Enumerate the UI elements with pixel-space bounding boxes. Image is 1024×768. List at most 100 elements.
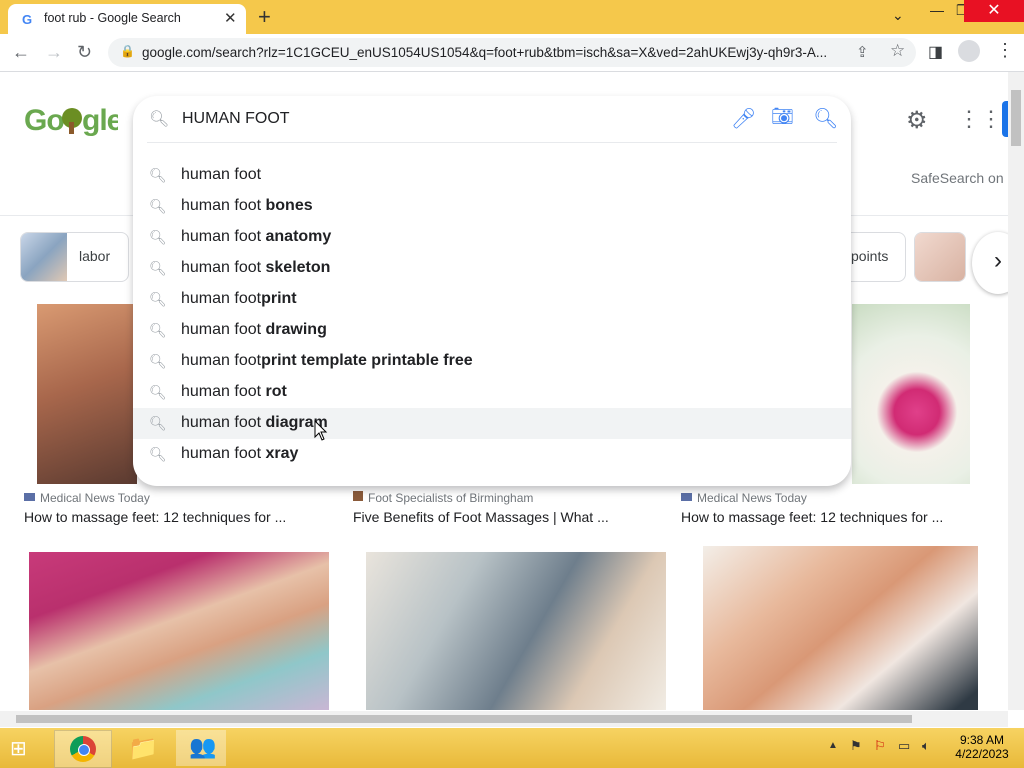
- suggestion-text: human foot xray: [181, 445, 299, 462]
- tray-network-icon[interactable]: ⚑: [850, 738, 862, 754]
- suggestion-text: human foot anatomy: [181, 228, 332, 245]
- reload-icon[interactable]: ↻: [77, 42, 92, 63]
- mouse-cursor-icon: [314, 420, 328, 441]
- horizontal-scroll-thumb[interactable]: [16, 715, 912, 723]
- panel-divider: [147, 142, 837, 143]
- suggestion-text: human footprint template printable free: [181, 352, 473, 369]
- tray-volume-icon[interactable]: 🔈︎: [922, 738, 930, 754]
- chip-thumbnail: [21, 233, 67, 281]
- suggestion-item[interactable]: 🔍︎ human foot bones: [133, 191, 851, 222]
- source-name: Medical News Today: [40, 491, 150, 505]
- search-autocomplete-panel: 🔍︎ 🎤︎ 📷︎ 🔍︎ 🔍︎ human foot 🔍︎ human foot bo…: [133, 96, 851, 486]
- chrome-icon: [70, 736, 96, 762]
- omnibox[interactable]: 🔒 google.com/search?rlz=1C1GCEU_enUS1054…: [108, 38, 916, 67]
- clock-date: 4/22/2023: [955, 747, 1009, 761]
- result-image-5[interactable]: [366, 552, 666, 710]
- clinic-favicon-icon: [353, 491, 363, 501]
- bookmark-star-icon[interactable]: ☆: [890, 41, 905, 61]
- taskbar-app-button[interactable]: 👥: [176, 730, 226, 766]
- suggestion-item[interactable]: 🔍︎ human foot skeleton: [133, 253, 851, 284]
- search-by-image-camera-icon[interactable]: 📷︎: [771, 106, 794, 127]
- suggestion-text: human footprint: [181, 290, 297, 307]
- google-logo[interactable]: Go gle: [24, 102, 124, 148]
- taskbar-chrome-button[interactable]: [54, 730, 112, 768]
- window-close-button[interactable]: ✕: [964, 0, 1024, 22]
- address-toolbar: ← → ↻ 🔒 google.com/search?rlz=1C1GCEU_en…: [0, 34, 1024, 72]
- search-icon: 🔍︎: [149, 446, 167, 462]
- close-tab-icon[interactable]: ✕: [224, 9, 237, 27]
- tray-flag-icon[interactable]: ⚐: [874, 738, 886, 754]
- source-name: Foot Specialists of Birmingham: [368, 491, 534, 505]
- suggestion-text: human foot drawing: [181, 321, 327, 338]
- suggestion-text: human foot bones: [181, 197, 313, 214]
- vertical-scrollbar[interactable]: [1008, 72, 1024, 710]
- search-submit-icon[interactable]: 🔍︎: [813, 106, 838, 131]
- new-tab-button[interactable]: +: [258, 4, 271, 30]
- suggestion-item[interactable]: 🔍︎ human footprint: [133, 284, 851, 315]
- search-icon: 🔍︎: [149, 111, 170, 128]
- svg-text:Go: Go: [24, 104, 64, 137]
- result-title-1[interactable]: How to massage feet: 12 techniques for .…: [24, 509, 286, 525]
- file-explorer-icon[interactable]: 📁: [128, 734, 158, 763]
- search-icon: 🔍︎: [149, 167, 167, 183]
- minimize-button[interactable]: —: [930, 2, 944, 18]
- google-favicon-icon: G: [22, 12, 33, 27]
- result-source-3[interactable]: Medical News Today: [681, 491, 807, 505]
- chrome-menu-icon[interactable]: ⋮: [996, 40, 1014, 61]
- users-app-icon: 👥: [189, 734, 217, 759]
- svg-text:gle: gle: [82, 104, 118, 137]
- chip-label: points: [851, 248, 889, 264]
- vertical-scroll-thumb[interactable]: [1011, 90, 1021, 146]
- search-icon: 🔍︎: [149, 198, 167, 214]
- chip-labor[interactable]: labor: [20, 232, 129, 282]
- profile-avatar-icon[interactable]: [958, 40, 980, 62]
- settings-gear-icon[interactable]: ⚙: [906, 106, 928, 135]
- result-image-4[interactable]: [29, 552, 329, 710]
- clock-time: 9:38 AM: [959, 733, 1005, 747]
- show-hidden-icons-icon[interactable]: ▲: [828, 740, 838, 751]
- search-icon: 🔍︎: [149, 291, 167, 307]
- suggestion-item[interactable]: 🔍︎ human footprint template printable fre…: [133, 346, 851, 377]
- suggestion-item[interactable]: 🔍︎ human foot: [133, 160, 851, 191]
- forward-arrow-icon[interactable]: →: [45, 42, 63, 63]
- source-name: Medical News Today: [697, 491, 807, 505]
- url-text[interactable]: google.com/search?rlz=1C1GCEU_enUS1054US…: [142, 45, 827, 60]
- search-icon: 🔍︎: [149, 322, 167, 338]
- search-icon: 🔍︎: [149, 384, 167, 400]
- windows-start-icon[interactable]: ⊞: [10, 736, 27, 761]
- search-icon: 🔍︎: [149, 353, 167, 369]
- search-icon: 🔍︎: [149, 229, 167, 245]
- windows-taskbar: ⊞ 📁 👥 ▲ ⚑ ⚐ ▭ 🔈︎: [0, 728, 1024, 768]
- tray-monitor-icon[interactable]: ▭: [898, 738, 910, 754]
- news-favicon-icon: [681, 493, 692, 501]
- safesearch-label[interactable]: SafeSearch on: [911, 170, 1004, 186]
- lock-icon[interactable]: 🔒: [120, 44, 135, 58]
- result-source-1[interactable]: Medical News Today: [24, 491, 150, 505]
- horizontal-scrollbar[interactable]: [0, 711, 1008, 727]
- search-input[interactable]: [180, 109, 704, 129]
- tab-search-chevron-icon[interactable]: ⌄: [892, 7, 904, 24]
- suggestion-text: human foot rot: [181, 383, 287, 400]
- result-image-1[interactable]: [37, 304, 137, 484]
- taskbar-clock[interactable]: 9:38 AM 4/22/2023: [946, 733, 1018, 761]
- result-title-2[interactable]: Five Benefits of Foot Massages | What ..…: [353, 509, 609, 525]
- back-arrow-icon[interactable]: ←: [12, 42, 30, 63]
- result-image-6[interactable]: [703, 546, 978, 710]
- suggestion-item-highlighted[interactable]: 🔍︎ human foot diagram: [133, 408, 851, 439]
- side-panel-icon[interactable]: ◨: [928, 42, 943, 62]
- suggestion-text: human foot: [181, 166, 262, 183]
- result-title-3[interactable]: How to massage feet: 12 techniques for .…: [681, 509, 943, 525]
- browser-tab[interactable]: G foot rub - Google Search ✕: [8, 4, 246, 34]
- suggestion-item[interactable]: 🔍︎ human foot rot: [133, 377, 851, 408]
- chip-feet[interactable]: [914, 232, 966, 282]
- suggestion-item[interactable]: 🔍︎ human foot drawing: [133, 315, 851, 346]
- result-source-2[interactable]: Foot Specialists of Birmingham: [353, 491, 533, 505]
- chip-thumbnail: [915, 233, 965, 281]
- share-icon[interactable]: ⇪: [856, 43, 869, 61]
- news-favicon-icon: [24, 493, 35, 501]
- suggestion-item[interactable]: 🔍︎ human foot anatomy: [133, 222, 851, 253]
- suggestion-item[interactable]: 🔍︎ human foot xray: [133, 439, 851, 470]
- result-image-3[interactable]: [852, 304, 970, 484]
- search-icon: 🔍︎: [149, 415, 167, 431]
- voice-search-mic-icon[interactable]: 🎤︎: [731, 106, 756, 131]
